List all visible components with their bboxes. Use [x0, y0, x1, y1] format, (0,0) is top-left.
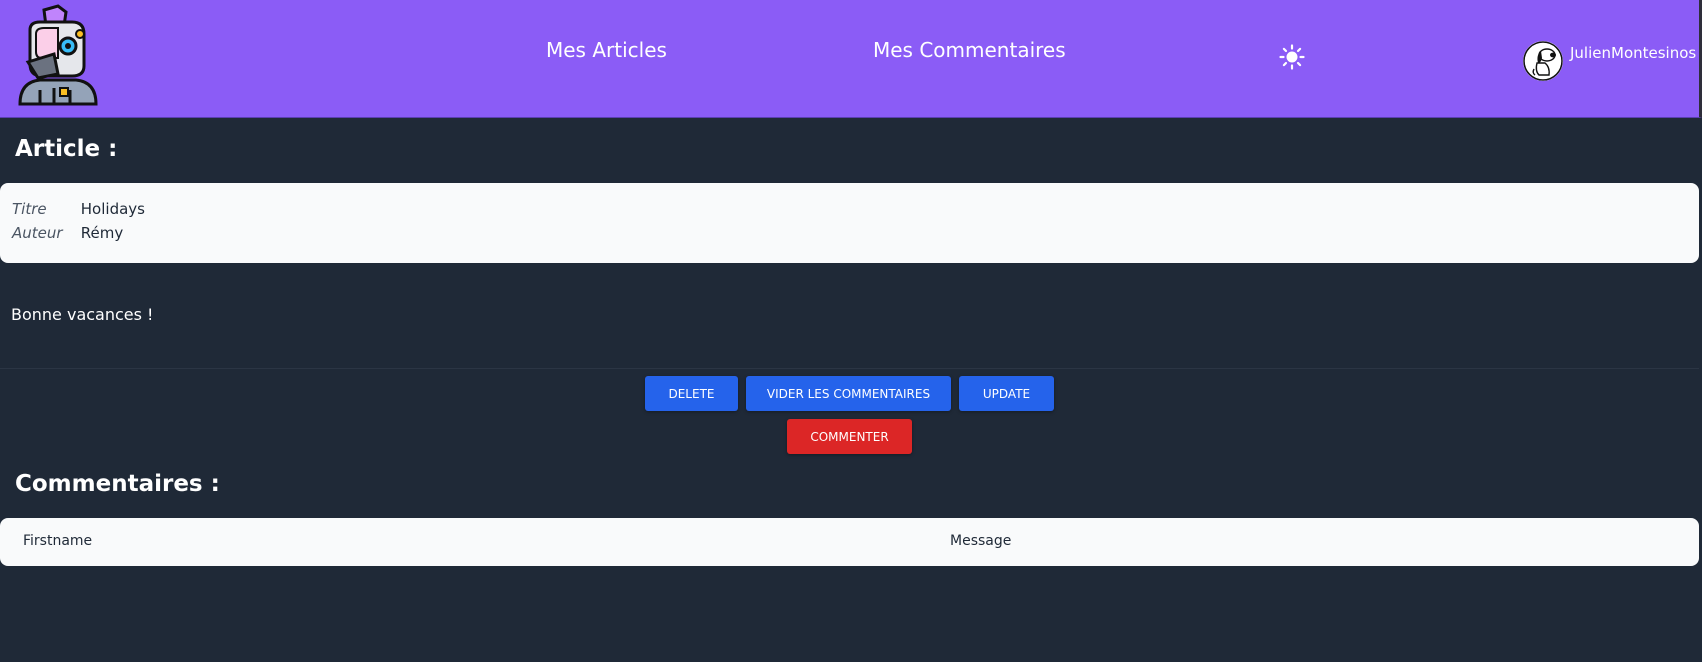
- article-meta-card: Titre Holidays Auteur Rémy: [0, 183, 1699, 263]
- article-author-row: Auteur Rémy: [12, 224, 123, 242]
- user-avatar[interactable]: [1523, 41, 1563, 81]
- title-value: Holidays: [80, 200, 145, 218]
- article-section-title: Article :: [15, 136, 118, 162]
- author-label: Auteur: [12, 224, 63, 242]
- author-value: Rémy: [80, 224, 124, 242]
- article-title-row: Titre Holidays: [12, 200, 145, 218]
- divider: [0, 368, 1699, 369]
- snoopy-avatar-icon: [1523, 41, 1563, 81]
- title-label: Titre: [12, 200, 47, 218]
- nav-link-mes-articles[interactable]: Mes Articles: [546, 38, 667, 62]
- username[interactable]: JulienMontesinos: [1570, 44, 1696, 62]
- column-header-firstname: Firstname: [23, 533, 93, 549]
- nav-link-mes-commentaires[interactable]: Mes Commentaires: [873, 38, 1066, 62]
- delete-button[interactable]: DELETE: [645, 376, 738, 411]
- update-button[interactable]: UPDATE: [959, 376, 1054, 411]
- clear-comments-button[interactable]: VIDER LES COMMENTAIRES: [746, 376, 951, 411]
- comments-table: Firstname Message: [0, 518, 1699, 566]
- page: Mes Articles Mes Commentaires JulienMont…: [0, 0, 1702, 662]
- top-navbar: Mes Articles Mes Commentaires JulienMont…: [0, 0, 1702, 118]
- article-body: Bonne vacances !: [11, 305, 154, 324]
- robot-logo-icon[interactable]: [14, 4, 100, 106]
- sun-icon[interactable]: [1279, 44, 1305, 70]
- column-header-message: Message: [950, 533, 1012, 549]
- comments-section-title: Commentaires :: [15, 471, 220, 497]
- comment-button[interactable]: COMMENTER: [787, 419, 912, 454]
